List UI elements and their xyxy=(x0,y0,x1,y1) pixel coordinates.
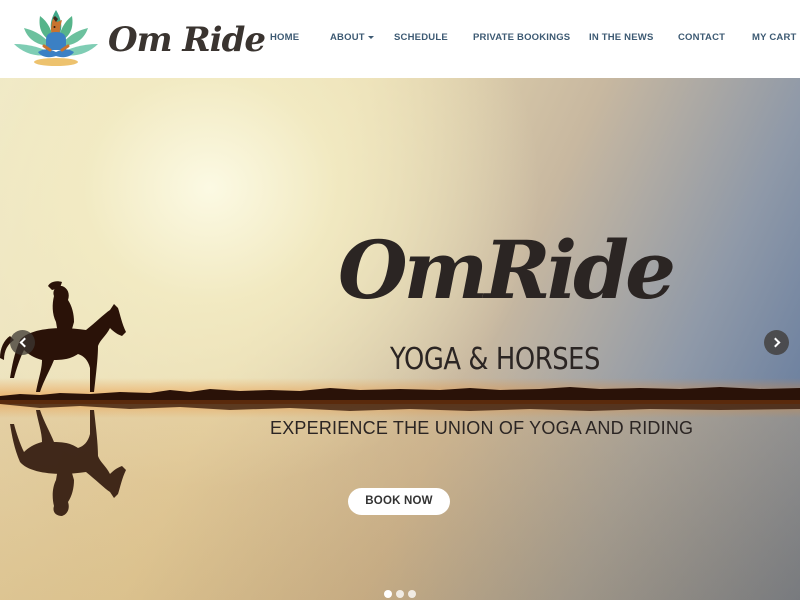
caret-down-icon xyxy=(367,35,374,39)
hero-title: OmRide xyxy=(337,223,676,317)
slider-dot-1[interactable] xyxy=(384,590,392,598)
chevron-right-icon xyxy=(770,337,780,348)
nav-about[interactable]: ABOUT xyxy=(330,31,374,45)
hero-slider: OmRide YOGA & HORSES EXPERIENCE THE UNIO… xyxy=(0,78,800,600)
nav-schedule[interactable]: SCHEDULE xyxy=(394,31,448,45)
slider-dots xyxy=(384,590,418,598)
nav-private-bookings[interactable]: PRIVATE BOOKINGS xyxy=(473,31,570,45)
nav-home[interactable]: HOME xyxy=(270,31,299,45)
hero-tagline: EXPERIENCE THE UNION OF YOGA AND RIDING xyxy=(270,418,694,438)
hero-subtitle: YOGA & HORSES xyxy=(390,342,600,377)
sunset-horse-scene-image xyxy=(0,281,800,600)
book-now-button[interactable]: BOOK NOW xyxy=(348,488,450,515)
nav-in-the-news[interactable]: IN THE NEWS xyxy=(589,31,653,45)
slider-prev-button[interactable] xyxy=(10,330,35,355)
slider-next-button[interactable] xyxy=(764,330,789,355)
chevron-left-icon xyxy=(19,337,29,348)
slider-dot-2[interactable] xyxy=(396,590,404,598)
nav-contact[interactable]: CONTACT xyxy=(678,31,725,45)
main-nav: HOME ABOUT SCHEDULE PRIVATE BOOKINGS IN … xyxy=(0,0,800,78)
site-header: Om Ride HOME ABOUT SCHEDULE PRIVATE BOOK… xyxy=(0,0,800,78)
nav-my-cart[interactable]: MY CART xyxy=(752,31,797,45)
slider-dot-3[interactable] xyxy=(408,590,416,598)
nav-about-label: ABOUT xyxy=(330,32,365,43)
